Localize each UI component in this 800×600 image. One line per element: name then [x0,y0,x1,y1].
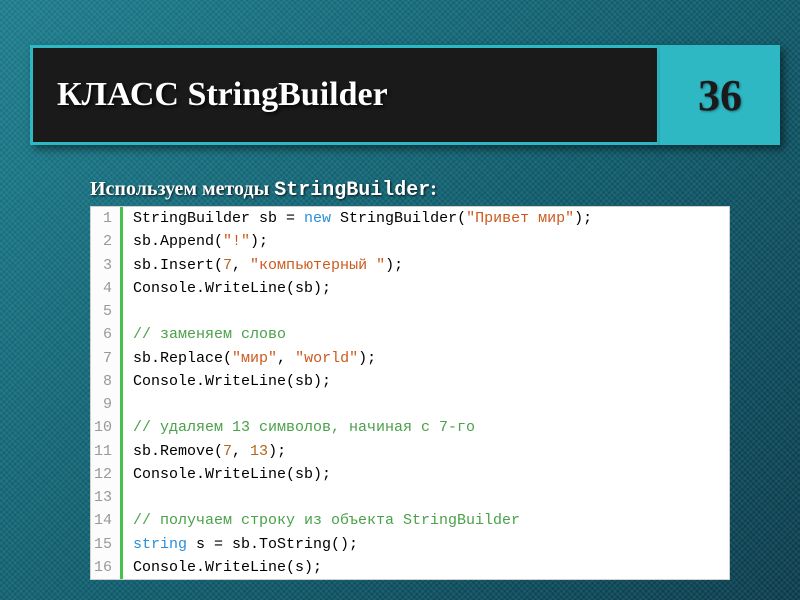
code-line: sb.Insert(7, "компьютерный "); [123,254,729,277]
page-number: 36 [698,70,742,121]
code-line: string s = sb.ToString(); [123,533,729,556]
code-token: 13 [250,443,268,460]
subtitle-prefix: Используем методы [90,178,274,200]
code-token: // удаляем 13 символов, начиная с 7-го [133,419,475,436]
code-row: 4 Console.WriteLine(sb); [91,277,729,300]
code-token: Console.WriteLine(sb); [133,280,331,297]
slide-title: КЛАСС StringBuilder [57,76,388,114]
code-token: "компьютерный " [250,257,385,274]
code-row: 5 [91,300,729,323]
code-row: 1StringBuilder sb = new StringBuilder("П… [91,207,729,230]
code-row: 2sb.Append("!"); [91,230,729,253]
code-line: sb.Append("!"); [123,230,729,253]
code-token: , [232,443,250,460]
line-number: 14 [91,509,123,532]
code-token: Console.WriteLine(sb); [133,466,331,483]
code-block: 1StringBuilder sb = new StringBuilder("П… [90,206,730,580]
line-number: 15 [91,533,123,556]
code-token: "мир" [232,350,277,367]
code-token: ); [574,210,592,227]
code-token: // заменяем слово [133,326,286,343]
code-token: StringBuilder( [331,210,466,227]
title-box: КЛАСС StringBuilder [30,45,660,145]
code-line [123,393,729,416]
code-row: 9 [91,393,729,416]
code-token: string [133,536,187,553]
line-number: 5 [91,300,123,323]
code-line: Console.WriteLine(sb); [123,463,729,486]
line-number: 7 [91,347,123,370]
code-line: Console.WriteLine(sb); [123,277,729,300]
line-number: 3 [91,254,123,277]
line-number: 16 [91,556,123,579]
subtitle: Используем методы StringBuilder: [90,178,437,202]
line-number: 8 [91,370,123,393]
code-line: sb.Replace("мир", "world"); [123,347,729,370]
code-row: 14 // получаем строку из объекта StringBu… [91,509,729,532]
line-number: 4 [91,277,123,300]
code-token: "!" [223,233,250,250]
code-token: ); [268,443,286,460]
code-token: StringBuilder sb = [133,210,304,227]
code-row: 7sb.Replace("мир", "world"); [91,347,729,370]
code-row: 3sb.Insert(7, "компьютерный "); [91,254,729,277]
code-token: "world" [295,350,358,367]
code-line: Console.WriteLine(sb); [123,370,729,393]
code-token: ); [358,350,376,367]
code-line: StringBuilder sb = new StringBuilder("Пр… [123,207,729,230]
page-number-box: 36 [660,45,780,145]
subtitle-mono: StringBuilder [274,179,430,202]
code-line: // заменяем слово [123,323,729,346]
line-number: 10 [91,416,123,439]
slide-header: КЛАСС StringBuilder 36 [30,45,780,145]
code-token: // получаем строку из объекта StringBuil… [133,512,520,529]
line-number: 11 [91,440,123,463]
code-row: 12 Console.WriteLine(sb); [91,463,729,486]
line-number: 13 [91,486,123,509]
line-number: 2 [91,230,123,253]
line-number: 12 [91,463,123,486]
code-token: s = sb.ToString(); [187,536,358,553]
code-token: sb.Insert( [133,257,223,274]
code-token: , [232,257,250,274]
subtitle-suffix: : [430,178,437,200]
code-token: "Привет мир" [466,210,574,227]
code-token: sb.Append( [133,233,223,250]
code-line [123,486,729,509]
code-row: 6 // заменяем слово [91,323,729,346]
code-row: 16 Console.WriteLine(s); [91,556,729,579]
code-line: // получаем строку из объекта StringBuil… [123,509,729,532]
code-row: 13 [91,486,729,509]
code-token: new [304,210,331,227]
code-token: sb.Replace( [133,350,232,367]
code-row: 10 // удаляем 13 символов, начиная с 7-го [91,416,729,439]
code-token: Console.WriteLine(s); [133,559,322,576]
code-row: 8 Console.WriteLine(sb); [91,370,729,393]
code-token: ); [385,257,403,274]
code-token: sb.Remove( [133,443,223,460]
code-line: // удаляем 13 символов, начиная с 7-го [123,416,729,439]
code-line: sb.Remove(7, 13); [123,440,729,463]
code-token: 7 [223,257,232,274]
code-row: 15string s = sb.ToString(); [91,533,729,556]
code-token: Console.WriteLine(sb); [133,373,331,390]
code-token: ); [250,233,268,250]
code-row: 11sb.Remove(7, 13); [91,440,729,463]
line-number: 6 [91,323,123,346]
code-line [123,300,729,323]
code-token: , [277,350,295,367]
line-number: 1 [91,207,123,230]
code-line: Console.WriteLine(s); [123,556,729,579]
code-token: 7 [223,443,232,460]
line-number: 9 [91,393,123,416]
